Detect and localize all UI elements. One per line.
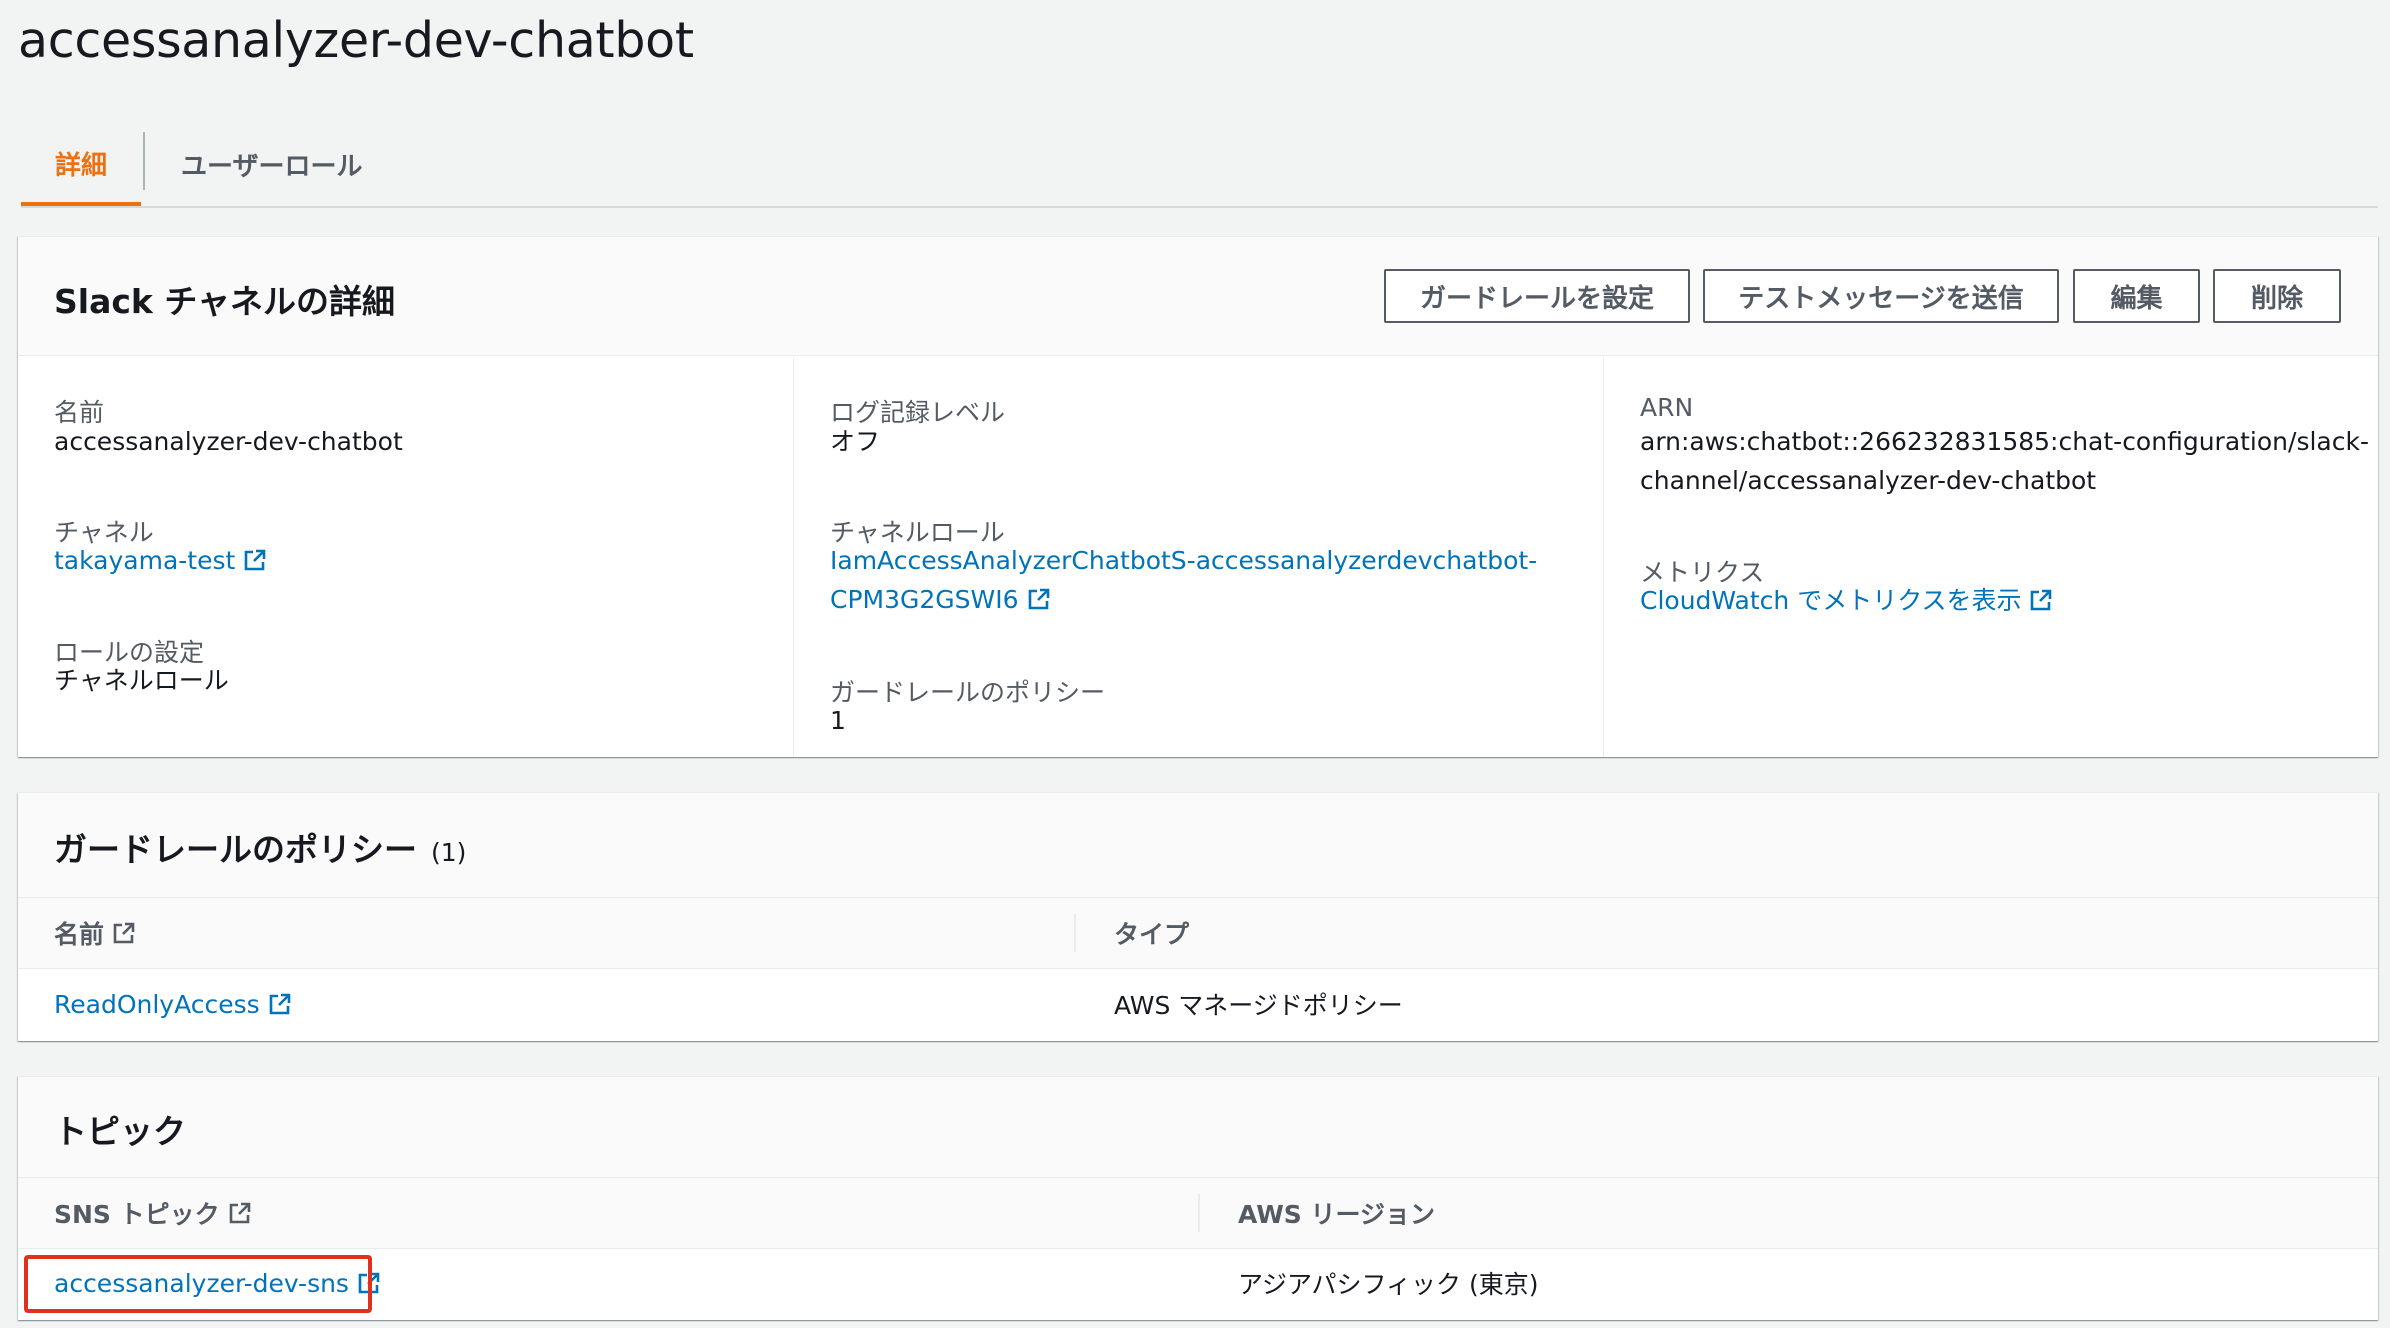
column-header-name[interactable]: 名前 — [54, 898, 136, 968]
card-header: ガードレールのポリシー (1) — [18, 793, 2378, 897]
column-header-aws-region: AWS リージョン — [1238, 1200, 1436, 1229]
external-link-icon — [357, 1271, 381, 1295]
tab-user-roles[interactable]: ユーザーロール — [181, 124, 362, 204]
arn-value: arn:aws:chatbot::266232831585:chat-confi… — [1640, 422, 2369, 500]
column-divider — [793, 357, 794, 757]
arn-line2: channel/accessanalyzer-dev-chatbot — [1640, 466, 2097, 495]
delete-button[interactable]: 削除 — [2213, 269, 2341, 323]
channel-link[interactable]: takayama-test — [54, 541, 267, 580]
edit-button[interactable]: 編集 — [2073, 269, 2200, 323]
tab-bar: 詳細 ユーザーロール — [21, 124, 2378, 208]
role-setting-value: チャネルロール — [54, 666, 229, 695]
cloudwatch-metrics-link[interactable]: CloudWatch でメトリクスを表示 — [1640, 581, 2053, 620]
policy-count: (1) — [431, 838, 467, 867]
page-title: accessanalyzer-dev-chatbot — [18, 12, 694, 69]
column-header-sns-topic-text: SNS トピック — [54, 1200, 220, 1229]
card-title: Slack チャネルの詳細 — [54, 282, 396, 321]
name-value: accessanalyzer-dev-chatbot — [54, 427, 403, 456]
external-link-icon — [2029, 588, 2053, 612]
column-divider — [1198, 1194, 1200, 1232]
log-level-value: オフ — [830, 427, 881, 456]
sns-topic-text: accessanalyzer-dev-sns — [54, 1268, 349, 1298]
external-link-icon — [112, 921, 136, 945]
tab-details[interactable]: 詳細 — [21, 124, 141, 206]
slack-channel-details-card: Slack チャネルの詳細 ガードレールを設定 テストメッセージを送信 編集 削… — [18, 236, 2378, 757]
external-link-icon — [228, 1201, 252, 1225]
arn-line1: arn:aws:chatbot::266232831585:chat-confi… — [1640, 427, 2369, 456]
external-link-icon — [268, 992, 292, 1016]
policy-readonlyaccess-link[interactable]: ReadOnlyAccess — [54, 968, 292, 1040]
column-header-name-text: 名前 — [54, 920, 105, 949]
table-header: 名前 タイプ — [18, 897, 2378, 969]
external-link-icon — [1027, 587, 1051, 611]
channel-role-line1: IamAccessAnalyzerChatbotS-accessanalyzer… — [830, 546, 1538, 575]
card-title-text: ガードレールのポリシー — [54, 830, 417, 869]
guardrail-policies-label: ガードレールのポリシー — [830, 678, 1106, 707]
cloudwatch-metrics-link-text: CloudWatch でメトリクスを表示 — [1640, 586, 2022, 615]
column-divider — [1074, 914, 1076, 952]
policy-type-value: AWS マネージドポリシー — [1114, 991, 1403, 1020]
column-header-type: タイプ — [1114, 920, 1190, 949]
guardrail-policies-value: 1 — [830, 706, 846, 735]
channel-role-link[interactable]: IamAccessAnalyzerChatbotS-accessanalyzer… — [830, 541, 1537, 619]
sns-topic-link[interactable]: accessanalyzer-dev-sns — [54, 1248, 381, 1318]
topics-card: トピック SNS トピック AWS リージョン accessanalyzer-d… — [18, 1076, 2378, 1320]
send-test-message-button[interactable]: テストメッセージを送信 — [1703, 269, 2059, 323]
table-header: SNS トピック AWS リージョン — [18, 1177, 2378, 1249]
channel-role-line2: CPM3G2GSWI6 — [830, 585, 1019, 614]
card-header: Slack チャネルの詳細 ガードレールを設定 テストメッセージを送信 編集 削… — [18, 237, 2378, 356]
tab-divider — [143, 132, 145, 190]
policy-name-text: ReadOnlyAccess — [54, 989, 260, 1019]
card-title: ガードレールのポリシー (1) — [54, 823, 466, 871]
aws-region-value: アジアパシフィック (東京) — [1238, 1270, 1539, 1299]
card-header: トピック — [18, 1077, 2378, 1177]
arn-label: ARN — [1640, 393, 1694, 422]
channel-link-text: takayama-test — [54, 546, 236, 575]
column-header-sns-topic[interactable]: SNS トピック — [54, 1178, 252, 1248]
guardrail-policies-card: ガードレールのポリシー (1) 名前 タイプ ReadOnlyAccess AWS… — [18, 792, 2378, 1041]
external-link-icon — [243, 548, 267, 572]
set-guardrail-button[interactable]: ガードレールを設定 — [1384, 269, 1690, 323]
column-divider — [1603, 357, 1604, 757]
card-title: トピック — [54, 1112, 186, 1151]
